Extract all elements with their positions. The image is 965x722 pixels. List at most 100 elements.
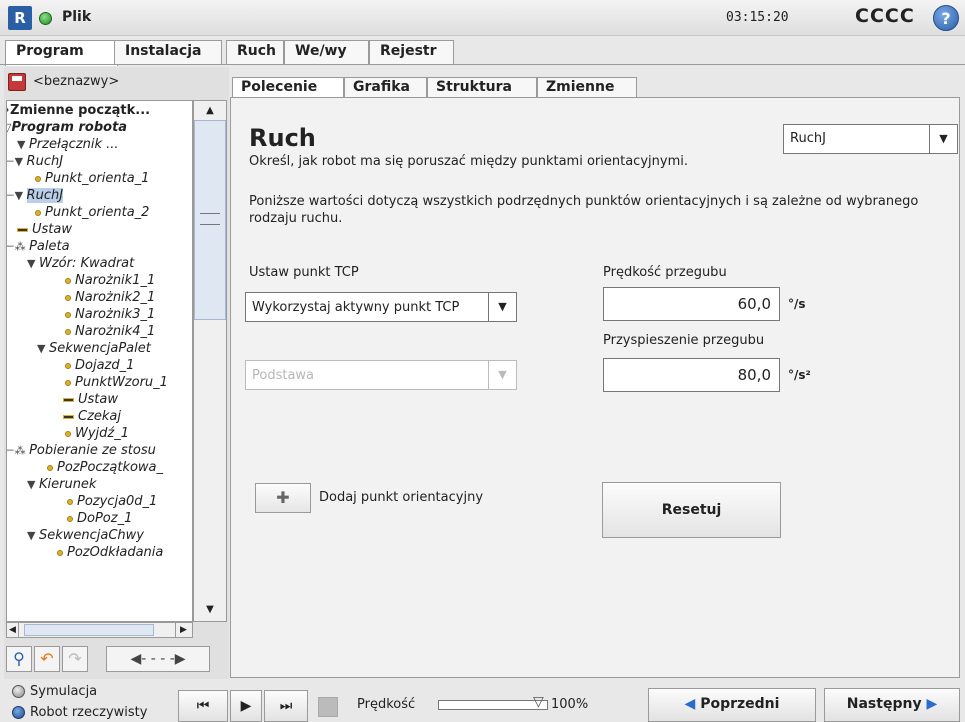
set-icon xyxy=(17,227,28,232)
simulation-label: Symulacja xyxy=(30,684,98,699)
tree-node[interactable]: ⊢▼ RuchJ xyxy=(7,153,63,170)
tree-node[interactable]: ▼ Wzór: Kwadrat xyxy=(27,255,134,272)
tree-node[interactable]: Narożnik4_1 xyxy=(65,323,155,340)
tree-node[interactable]: ▽Program robota xyxy=(7,119,127,136)
speed-label: Prędkość xyxy=(357,697,416,712)
tree-node[interactable]: ⊢⁂ Paleta xyxy=(7,238,70,255)
tab-rejestr[interactable]: Rejestr xyxy=(369,40,454,64)
scroll-up-icon[interactable]: ▲ xyxy=(193,101,227,121)
program-name: <beznazwy> xyxy=(33,74,120,89)
tab-ruch[interactable]: Ruch xyxy=(226,40,284,64)
scroll-down-icon[interactable]: ▼ xyxy=(193,600,227,620)
next-button[interactable]: Następny ▶ xyxy=(824,688,960,722)
tab-zmienne[interactable]: Zmienne xyxy=(537,77,637,98)
joint-acc-input[interactable]: 80,0 xyxy=(603,358,780,392)
waypoint-icon xyxy=(65,311,71,318)
ur-logo-icon: R xyxy=(8,6,32,30)
undo-icon[interactable]: ↶ xyxy=(34,646,60,672)
previous-button[interactable]: ◀ Poprzedni xyxy=(648,688,816,722)
tree-node[interactable]: Narożnik2_1 xyxy=(65,289,155,306)
tab-polecenie[interactable]: Polecenie xyxy=(232,77,344,99)
tree-node[interactable]: ▼ Kierunek xyxy=(27,476,96,493)
tab-divider xyxy=(0,64,965,65)
joint-speed-unit: °/s xyxy=(788,297,806,311)
tcp-select[interactable]: Wykorzystaj aktywny punkt TCP ▼ xyxy=(245,292,517,322)
robot-name: CCCC xyxy=(855,5,915,27)
tree-node[interactable]: PozPoczątkowa_ xyxy=(47,459,163,476)
feature-select[interactable]: Podstawa ▼ xyxy=(245,360,517,390)
add-waypoint-button[interactable]: ✚ xyxy=(255,483,311,513)
tree-node[interactable]: Punkt_orienta_1 xyxy=(35,170,149,187)
waypoint-icon xyxy=(35,175,41,182)
chevron-down-icon: ▼ xyxy=(488,361,516,389)
slider-knob-icon[interactable]: ▽ xyxy=(533,694,553,714)
tree-node[interactable]: Czekaj xyxy=(63,408,121,425)
tab-program[interactable]: Program xyxy=(5,40,118,66)
save-icon[interactable] xyxy=(8,73,26,91)
move-node-icon[interactable]: ◀- - - -▶ xyxy=(106,646,210,672)
waypoint-icon xyxy=(47,464,53,471)
waypoint-icon xyxy=(65,294,71,301)
move-type-value: RuchJ xyxy=(790,131,826,146)
joint-speed-input[interactable]: 60,0 xyxy=(603,287,780,321)
speed-slider[interactable] xyxy=(438,700,548,710)
reset-button[interactable]: Resetuj xyxy=(602,482,781,538)
tree-node[interactable]: Wyjdź_1 xyxy=(65,425,129,442)
tree-node[interactable]: Ustaw xyxy=(63,391,118,408)
waypoint-icon xyxy=(65,277,71,284)
tree-node[interactable]: ▼ SekwencjaPalet xyxy=(37,340,151,357)
simulation-radio[interactable] xyxy=(12,685,25,698)
arrow-right-icon: ▶ xyxy=(926,696,938,712)
help-icon[interactable]: ? xyxy=(933,5,959,31)
set-icon xyxy=(63,397,74,402)
feature-value: Podstawa xyxy=(252,368,315,383)
wait-icon xyxy=(63,414,74,419)
waypoint-icon xyxy=(65,362,71,369)
joint-speed-label: Prędkość przegubu xyxy=(603,265,727,280)
step-forward-icon[interactable]: ⏭ xyxy=(264,690,308,722)
tree-node[interactable]: ⊢⁂ Pobieranie ze stosu xyxy=(7,442,156,459)
tree-node[interactable]: ▼ Przełącznik ... xyxy=(17,136,119,153)
real-robot-label: Robot rzeczywisty xyxy=(30,705,148,720)
joint-acc-unit: °/s² xyxy=(788,368,811,382)
program-tree[interactable]: •Zmienne początk... ▽Program robota ▼ Pr… xyxy=(6,100,193,622)
tab-struktura[interactable]: Struktura xyxy=(427,77,537,98)
scroll-right-icon[interactable]: ▶ xyxy=(175,623,191,637)
clock: 03:15:20 xyxy=(726,10,789,25)
redo-icon[interactable]: ↷ xyxy=(62,646,88,672)
tree-node[interactable]: ⊢▼ RuchJ xyxy=(7,187,64,204)
play-icon[interactable]: ▶ xyxy=(230,690,262,722)
tab-grafika[interactable]: Grafika xyxy=(344,77,427,98)
waypoint-icon xyxy=(35,209,41,216)
tree-node[interactable]: Pozycja0d_1 xyxy=(67,493,157,510)
tree-hscroll-thumb[interactable] xyxy=(24,624,154,636)
tree-node[interactable]: Ustaw xyxy=(17,221,72,238)
tree-node[interactable]: Punkt_orienta_2 xyxy=(35,204,149,221)
move-type-select[interactable]: RuchJ ▼ xyxy=(783,124,958,154)
tree-node[interactable]: Narożnik1_1 xyxy=(65,272,155,289)
tab-instalacja[interactable]: Instalacja xyxy=(114,40,222,64)
file-menu[interactable]: Plik xyxy=(62,9,91,25)
tree-node[interactable]: ▼ SekwencjaChwy xyxy=(27,527,144,544)
skip-to-start-icon[interactable]: ⏮ xyxy=(178,690,228,722)
search-icon[interactable]: ⚲ xyxy=(6,646,32,672)
tree-node[interactable]: DoPoz_1 xyxy=(67,510,132,527)
tree-node[interactable]: Narożnik3_1 xyxy=(65,306,155,323)
plus-icon: ✚ xyxy=(276,488,290,507)
description: Określ, jak robot ma się poruszać między… xyxy=(249,154,688,169)
real-robot-radio[interactable] xyxy=(12,706,25,719)
tree-node[interactable]: PunktWzoru_1 xyxy=(65,374,168,391)
previous-label: Poprzedni xyxy=(700,696,780,712)
next-label: Następny xyxy=(846,696,922,712)
stop-icon[interactable] xyxy=(318,697,338,717)
scroll-left-icon[interactable]: ◀ xyxy=(7,623,19,637)
waypoint-icon xyxy=(67,515,73,522)
tree-node[interactable]: Dojazd_1 xyxy=(65,357,134,374)
tree-node[interactable]: PozOdkładania xyxy=(57,544,163,561)
tab-we-wy[interactable]: We/wy xyxy=(284,40,369,64)
top-bar xyxy=(0,0,965,36)
add-waypoint-label: Dodaj punkt orientacyjny xyxy=(319,490,484,505)
waypoint-icon xyxy=(65,379,71,386)
tree-node[interactable]: •Zmienne początk... xyxy=(7,102,150,119)
scroll-grip-icon xyxy=(200,213,220,225)
